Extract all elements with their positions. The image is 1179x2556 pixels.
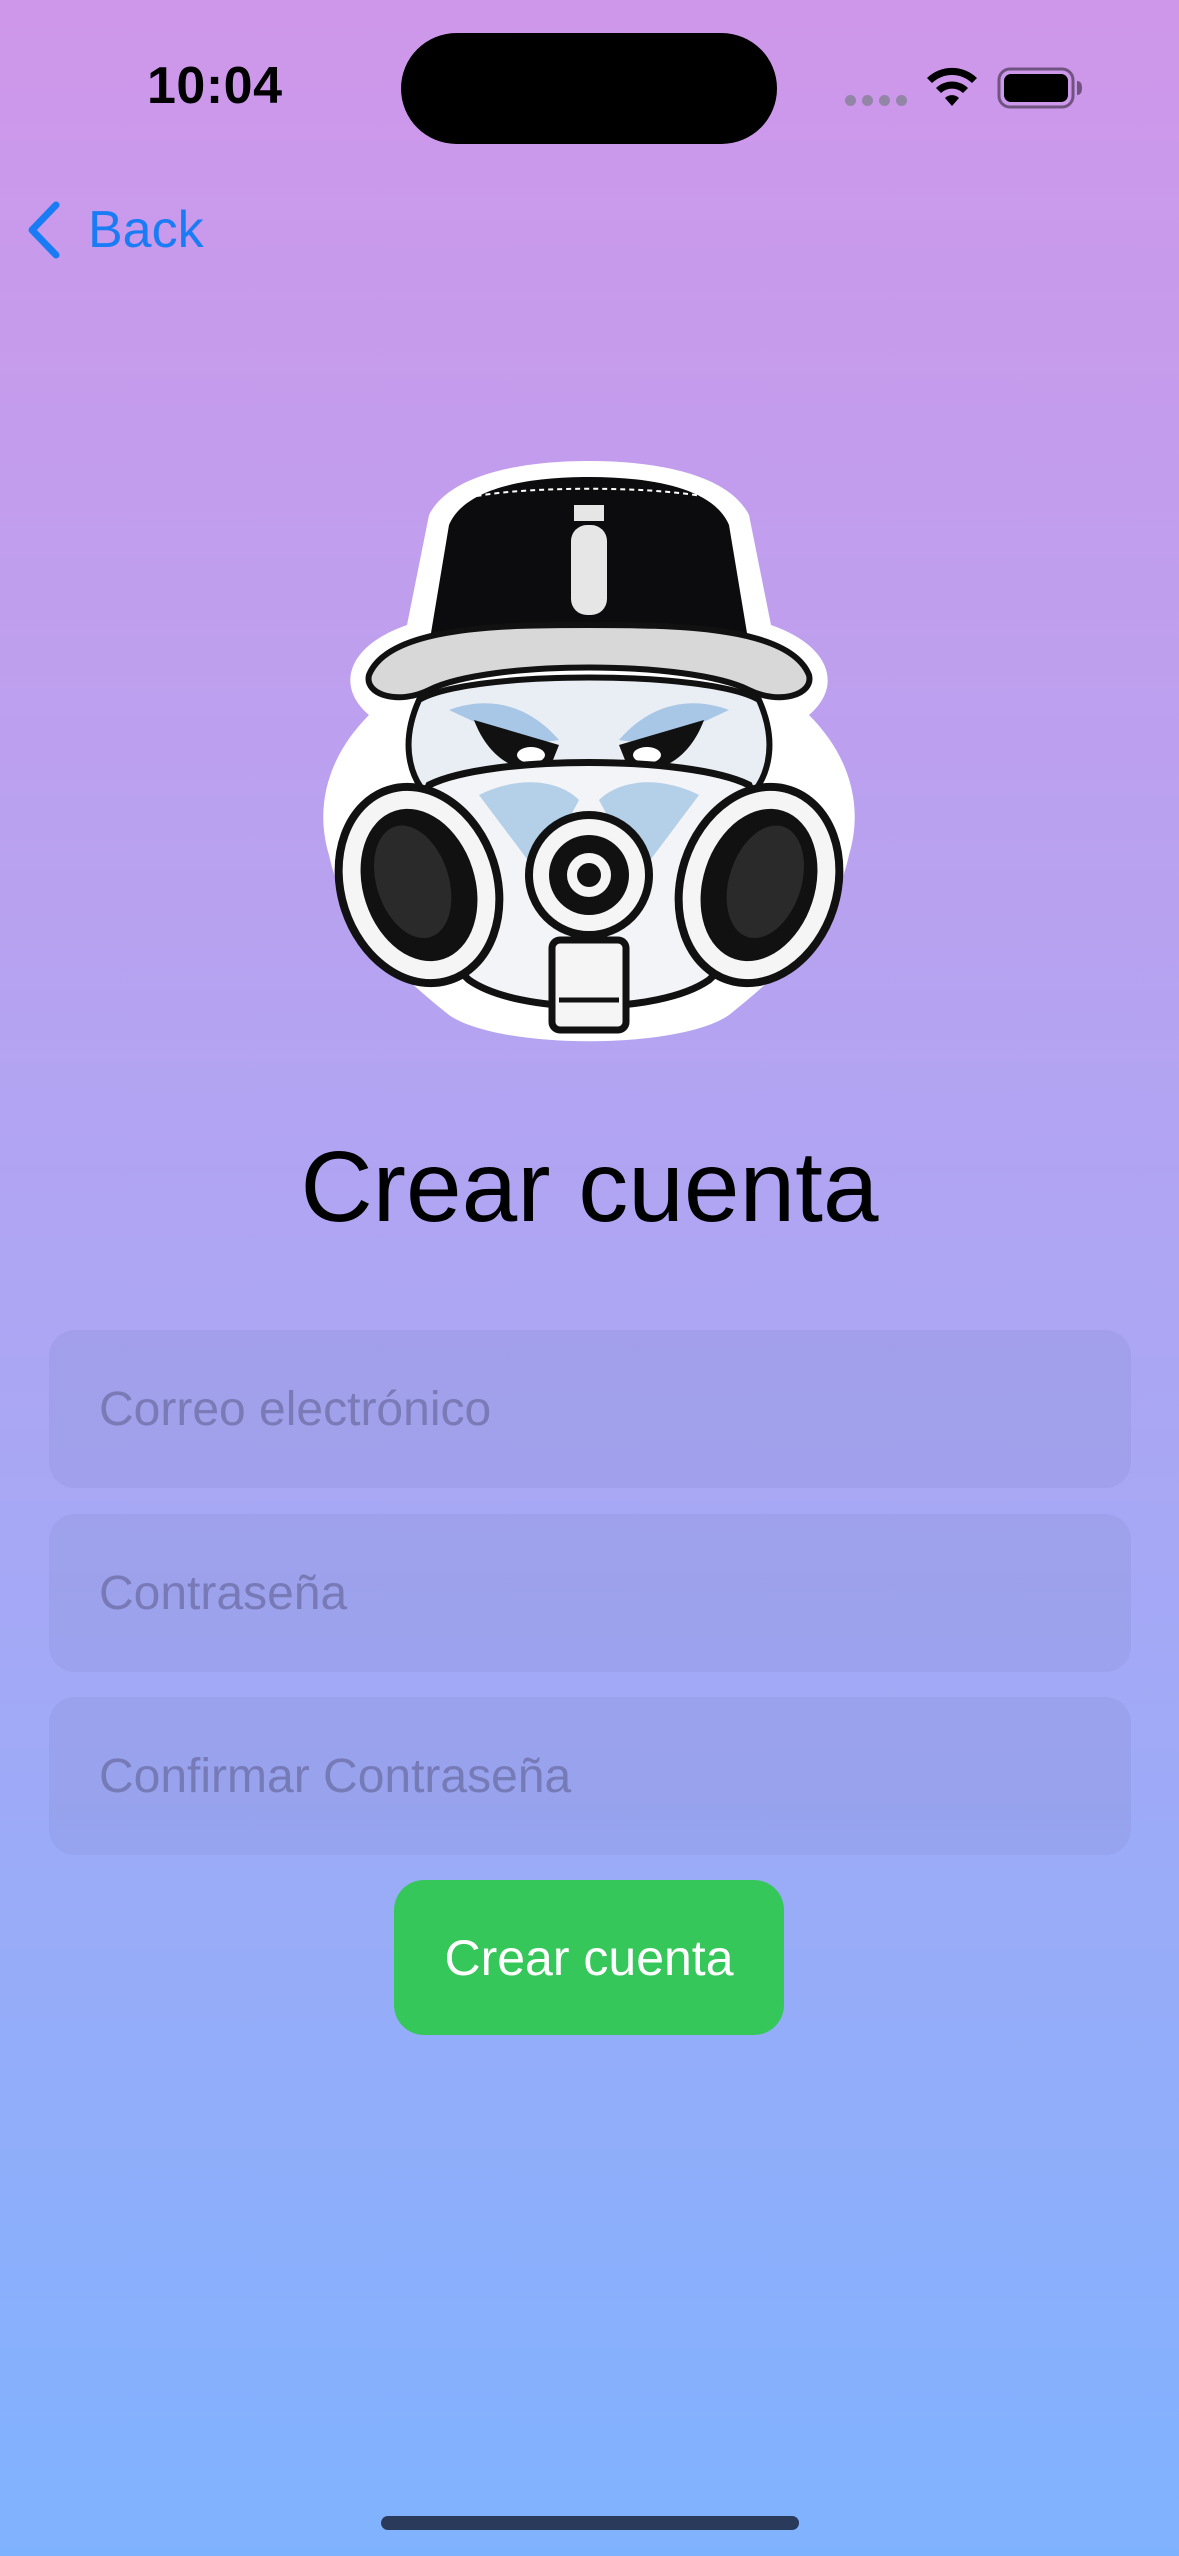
chevron-left-icon xyxy=(28,201,60,259)
confirm-password-field[interactable] xyxy=(49,1697,1131,1855)
gas-mask-logo xyxy=(323,461,855,1042)
status-time: 10:04 xyxy=(147,57,283,115)
dynamic-island xyxy=(401,33,777,144)
email-input[interactable] xyxy=(97,1380,1131,1438)
create-account-button[interactable]: Crear cuenta xyxy=(394,1880,784,2035)
confirm-password-input[interactable] xyxy=(97,1747,1131,1805)
password-input[interactable] xyxy=(97,1564,1131,1622)
back-button[interactable]: Back xyxy=(24,195,204,265)
signal-dots-icon xyxy=(845,95,907,106)
page-title: Crear cuenta xyxy=(300,1131,879,1243)
wifi-icon xyxy=(927,67,977,106)
back-label: Back xyxy=(88,201,204,259)
email-field[interactable] xyxy=(49,1330,1131,1488)
status-bar: 10:04 xyxy=(0,0,1179,180)
home-indicator[interactable] xyxy=(381,2516,799,2530)
battery-icon xyxy=(997,67,1082,109)
password-field[interactable] xyxy=(49,1514,1131,1672)
